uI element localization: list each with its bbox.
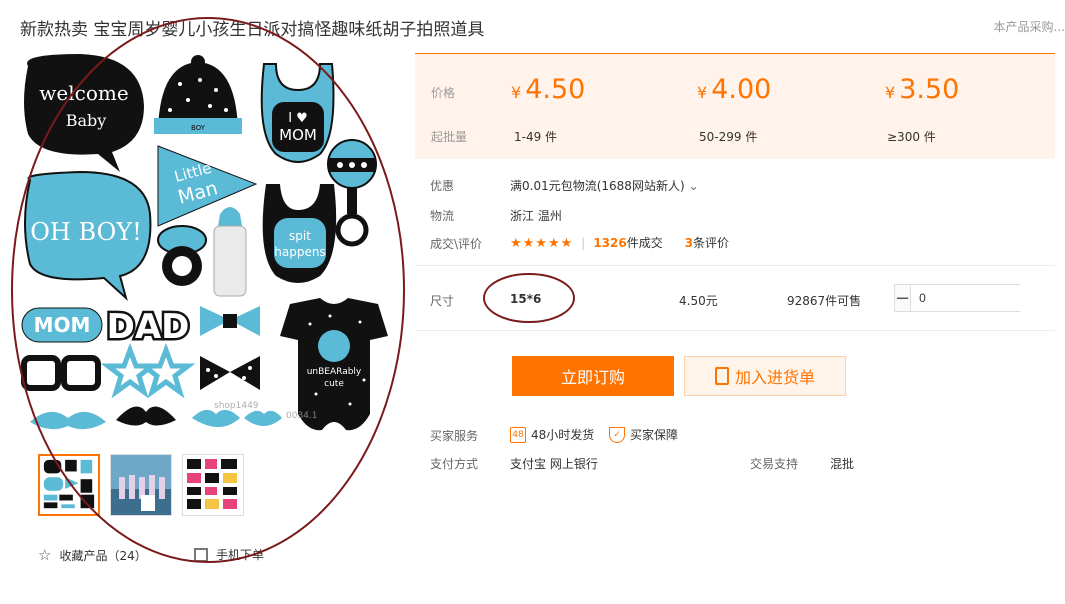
spec-price: 4.50元 — [679, 294, 718, 308]
mobile-order[interactable]: 手机下单 — [194, 546, 264, 563]
spit-bib-prop: spit happens — [262, 184, 337, 283]
price-box: 价格 起批量 ¥4.50 ¥4.00 ¥3.50 1-49 件 50-299 件… — [415, 53, 1055, 159]
payment-methods: 支付宝 网上银行 — [510, 457, 598, 471]
black-bowtie-prop — [200, 356, 260, 390]
mobile-order-label: 手机下单 — [216, 548, 265, 562]
main-product-image[interactable]: welcome Baby BOY I ♥ MOM OH BOY! Little … — [20, 54, 390, 444]
divider — [415, 330, 1055, 331]
mom-bib-text: MOM — [279, 126, 317, 144]
thumbnail-strip — [38, 454, 244, 516]
mom-bib-prop: I ♥ MOM — [260, 63, 335, 163]
mom-glasses-text: MOM — [34, 313, 91, 337]
black-glasses-prop — [21, 355, 101, 391]
promo-label: 优惠 — [430, 179, 455, 193]
service-48h-label: 48小时发货 — [531, 428, 595, 442]
watermark-2: 0034.1 — [286, 411, 318, 421]
watermark-1: shop1449 — [214, 401, 259, 411]
qty-range-2: 50-299 件 — [699, 130, 758, 144]
moq-label: 起批量 — [431, 130, 468, 144]
dad-text: DAD — [107, 307, 190, 347]
quantity-input[interactable] — [911, 285, 1065, 311]
thumbnail-3[interactable] — [182, 454, 244, 516]
spec-stock: 92867件可售 — [787, 294, 862, 308]
deal-summary: ★★★★★ | 1326件成交 3条评价 — [510, 236, 729, 251]
lips-prop — [192, 409, 282, 427]
service-guarantee: ✓ 买家保障 — [609, 426, 678, 443]
chevron-down-icon: ⌄ — [688, 179, 699, 193]
bottle-prop — [213, 207, 247, 297]
48h-icon: 48 — [510, 426, 526, 443]
boy-tag-text: BOY — [191, 124, 206, 132]
qty-range-1: 1-49 件 — [514, 130, 558, 144]
reviews-suffix: 条评价 — [692, 236, 729, 250]
black-mustache-prop — [116, 406, 176, 426]
blue-bowtie-prop — [200, 306, 260, 336]
cute-text: cute — [324, 379, 344, 389]
add-to-cart-label: 加入进货单 — [734, 368, 815, 387]
favorite-label: 收藏产品（24） — [59, 548, 147, 563]
minus-button[interactable]: − — [895, 285, 912, 311]
ohboy-bubble-prop: OH BOY! — [24, 170, 152, 302]
payment-label: 支付方式 — [430, 457, 479, 471]
welcome-bubble-prop: welcome Baby — [24, 54, 144, 172]
price-tier-3: ¥3.50 — [885, 74, 960, 105]
thumbnail-1[interactable] — [38, 454, 100, 516]
price-tier-1: ¥4.50 — [511, 74, 586, 105]
logistics-label: 物流 — [430, 209, 455, 223]
add-to-cart-button[interactable]: 加入进货单 — [684, 356, 846, 396]
deals-count[interactable]: 1326 — [593, 236, 626, 250]
deal-label: 成交\评价 — [430, 237, 483, 251]
pacifier-prop — [157, 225, 207, 286]
top-right-link[interactable]: 本产品采购... — [994, 18, 1065, 35]
dad-glasses-prop: DAD — [104, 305, 192, 350]
spec-label: 尺寸 — [430, 294, 455, 308]
trade-support-value: 混批 — [830, 457, 855, 471]
baby-text: Baby — [66, 111, 107, 130]
thumbnail-2[interactable] — [110, 454, 172, 516]
mom-glasses-prop: MOM — [21, 307, 103, 343]
shield-icon: ✓ — [609, 426, 625, 443]
qty-range-3: ≥300 件 — [887, 130, 936, 144]
buy-now-button[interactable]: 立即订购 — [512, 356, 674, 396]
ilove-text: I ♥ — [288, 111, 308, 126]
service-label: 买家服务 — [430, 429, 479, 443]
service-48h: 48 48小时发货 — [510, 426, 594, 443]
unbearably-text: unBEARably — [307, 367, 362, 377]
ohboy-text: OH BOY! — [30, 218, 141, 246]
star-outline-icon: ☆ — [38, 546, 52, 564]
price-label: 价格 — [431, 86, 456, 100]
clipboard-icon — [714, 367, 729, 385]
service-guarantee-label: 买家保障 — [630, 428, 679, 442]
spec-option[interactable]: 15*6 — [510, 292, 541, 306]
deals-suffix: 件成交 — [626, 236, 663, 250]
trade-support-label: 交易支持 — [750, 457, 799, 471]
rating-stars: ★★★★★ — [510, 236, 574, 251]
reviews-count[interactable]: 3 — [685, 236, 693, 250]
little-man-flag-prop: Little Man — [157, 145, 258, 227]
divider — [415, 265, 1055, 266]
logistics-value: 浙江 温州 — [510, 209, 562, 223]
star-glasses-prop — [100, 342, 196, 399]
hat-prop: BOY — [154, 55, 242, 134]
blue-mustache-prop — [30, 411, 106, 430]
happens-text: happens — [274, 245, 325, 259]
spit-text: spit — [289, 229, 311, 243]
quantity-stepper: − + — [894, 284, 1065, 312]
promo-value[interactable]: 满0.01元包物流(1688网站新人) ⌄ — [510, 177, 699, 194]
product-title: 新款热卖 宝宝周岁婴儿小孩生日派对搞怪趣味纸胡子拍照道具 — [20, 20, 485, 40]
favorite-product[interactable]: ☆ 收藏产品（24） — [38, 546, 147, 564]
qr-code-icon — [194, 547, 208, 562]
price-tier-2: ¥4.00 — [697, 74, 772, 105]
welcome-text: welcome — [39, 81, 128, 105]
